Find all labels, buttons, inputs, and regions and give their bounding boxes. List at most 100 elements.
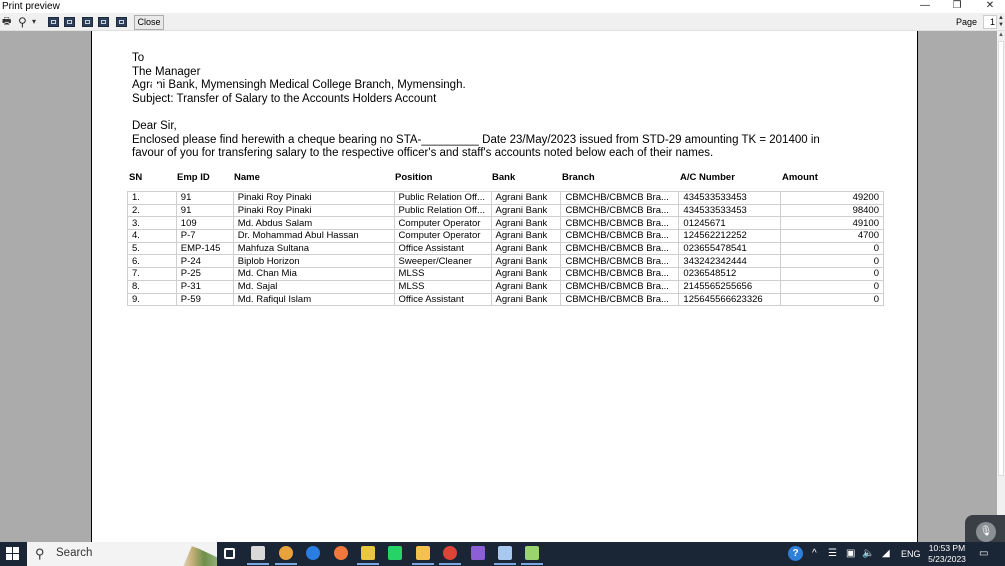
cell-branch: CBMCHB/CBMCB Bra...: [560, 203, 680, 218]
cell-bank: Agrani Bank: [490, 203, 562, 218]
cell-emp-id: P-59: [175, 292, 234, 307]
cell-sn: 2.: [127, 203, 177, 218]
messenger-app-icon[interactable]: [306, 546, 320, 560]
close-window-button[interactable]: ✕: [975, 0, 1005, 13]
mic-muted-icon[interactable]: 🎙: [976, 522, 996, 542]
scroll-up-icon[interactable]: ▲: [997, 31, 1005, 39]
table-row: 6. P-24 Biplob Horizon Sweeper/Cleaner Agran…: [127, 254, 884, 269]
table-row: 8. P-31 Md. Sajal MLSS Agrani Bank CBMCHB/CBM…: [127, 279, 884, 294]
cell-position: MLSS: [393, 279, 492, 294]
file-explorer-app-icon[interactable]: [412, 546, 434, 565]
cell-ac-number: 124562212252: [678, 229, 782, 243]
cell-branch: CBMCHB/CBMCB Bra...: [560, 267, 680, 281]
two-pages-layout-button[interactable]: [64, 17, 75, 27]
cell-amount: 98400: [780, 203, 884, 218]
cell-bank: Agrani Bank: [490, 254, 562, 269]
cell-ac-number: 434533533453: [678, 203, 782, 218]
taskbar-search[interactable]: ⚲ Search: [27, 542, 217, 566]
cell-position: Computer Operator: [393, 216, 492, 231]
tray-security-icon[interactable]: ▣: [846, 542, 855, 566]
chrome-profile-app-icon[interactable]: [439, 546, 461, 565]
cell-ac-number: 023655478541: [678, 241, 782, 256]
header-bank: Bank: [492, 172, 516, 183]
cell-amount: 0: [780, 267, 884, 281]
store-app-icon[interactable]: [521, 546, 543, 565]
clock[interactable]: 10:53 PM 5/23/2023: [925, 543, 969, 565]
visual-studio-app-icon[interactable]: [471, 546, 485, 560]
cell-bank: Agrani Bank: [490, 267, 562, 281]
table-row: 3. 109 Md. Abdus Salam Computer Operator Agr…: [127, 216, 884, 231]
cell-bank: Agrani Bank: [490, 292, 562, 307]
volume-icon[interactable]: 🔈: [862, 542, 874, 566]
wifi-icon[interactable]: ◢: [882, 542, 890, 566]
cell-amount: 0: [780, 292, 884, 307]
task-view-icon[interactable]: [224, 548, 235, 559]
cell-emp-id: EMP-145: [175, 241, 234, 256]
cell-emp-id: P-24: [175, 254, 234, 269]
help-icon[interactable]: ?: [788, 542, 804, 566]
restore-button[interactable]: ❐: [942, 0, 972, 13]
letter-body: To The Manager Agrani Bank, Mymensingh M…: [132, 52, 820, 161]
cell-sn: 1.: [127, 191, 177, 205]
whatsapp-app-icon[interactable]: [388, 546, 402, 560]
cell-ac-number: 125645566623326: [678, 292, 782, 307]
six-pages-layout-button[interactable]: [116, 17, 127, 27]
header-position: Position: [395, 172, 433, 183]
header-emp-id: Emp ID: [177, 172, 210, 183]
header-branch: Branch: [562, 172, 595, 183]
window-title: Print preview: [2, 1, 60, 12]
windows-start-icon[interactable]: [6, 547, 20, 561]
spin-down-icon[interactable]: ▼: [997, 22, 1005, 29]
cell-position: Public Relation Off...: [393, 203, 492, 218]
letter-subject: Subject: Transfer of Salary to the Accou…: [132, 92, 437, 105]
notepad-app-icon[interactable]: [247, 546, 269, 565]
zoom-icon[interactable]: ⚲: [18, 16, 27, 28]
page-spinner[interactable]: ▲ ▼: [997, 15, 1005, 29]
four-pages-layout-button[interactable]: [98, 17, 109, 27]
one-page-layout-button[interactable]: [48, 17, 59, 27]
zoom-dropdown-icon[interactable]: ▾: [32, 16, 36, 28]
cell-position: Computer Operator: [393, 229, 492, 243]
cell-emp-id: 109: [175, 216, 234, 231]
tray-chevron-icon[interactable]: ^: [812, 542, 817, 566]
notifications-icon[interactable]: ▭: [979, 542, 988, 566]
browser-app-icon[interactable]: [334, 546, 348, 560]
print-icon[interactable]: 🖶: [2, 16, 11, 28]
cell-amount: 0: [780, 241, 884, 256]
minimize-button[interactable]: —: [910, 0, 940, 13]
letter-bank-line: Agrani Bank, Mymensingh Medical College …: [132, 79, 466, 91]
spin-up-icon[interactable]: ▲: [997, 15, 1005, 22]
cell-emp-id: 91: [175, 203, 234, 218]
tray-network-status-icon[interactable]: ☰: [828, 542, 837, 566]
cell-position: Sweeper/Cleaner: [393, 254, 492, 269]
table-row: 9. P-59 Md. Rafiqul Islam Office Assistant A…: [127, 292, 884, 307]
close-button[interactable]: Close: [134, 15, 164, 30]
cell-ac-number: 01245671: [678, 216, 782, 231]
vertical-scrollbar[interactable]: ▲: [997, 31, 1005, 542]
scroll-thumb[interactable]: [998, 41, 1004, 476]
cell-name: Md. Rafiqul Islam: [232, 292, 395, 307]
cell-position: MLSS: [393, 267, 492, 281]
page-number-input[interactable]: [983, 15, 997, 29]
cell-sn: 4.: [127, 229, 177, 243]
preview-area[interactable]: To The Manager Agrani Bank, Mymensingh M…: [0, 31, 997, 542]
page-label: Page: [956, 17, 978, 27]
cell-bank: Agrani Bank: [490, 279, 562, 294]
cell-bank: Agrani Bank: [490, 229, 562, 243]
search-icon: ⚲: [35, 546, 45, 561]
cell-amount: 49200: [780, 191, 884, 205]
letter-to: To: [132, 52, 145, 64]
language-indicator[interactable]: ENG: [901, 542, 921, 566]
docs-app-icon[interactable]: [494, 546, 516, 565]
table-row: 1. 91 Pinaki Roy Pinaki Public Relation Off…: [127, 191, 884, 205]
cell-sn: 9.: [127, 292, 177, 307]
cell-name: Dr. Mohammad Abul Hassan: [232, 229, 395, 243]
cell-emp-id: P-7: [175, 229, 234, 243]
table-row: 7. P-25 Md. Chan Mia MLSS Agrani Bank CBMCHB/…: [127, 267, 884, 281]
letter-body-line-2: favour of you for transfering salary to …: [132, 147, 714, 159]
chrome-app-icon[interactable]: [275, 546, 297, 565]
three-pages-layout-button[interactable]: [82, 17, 93, 27]
sticky-app-icon[interactable]: [357, 546, 379, 565]
clock-date: 5/23/2023: [928, 554, 966, 564]
letter-body-line-1: Enclosed please find herewith a cheque b…: [132, 133, 820, 146]
